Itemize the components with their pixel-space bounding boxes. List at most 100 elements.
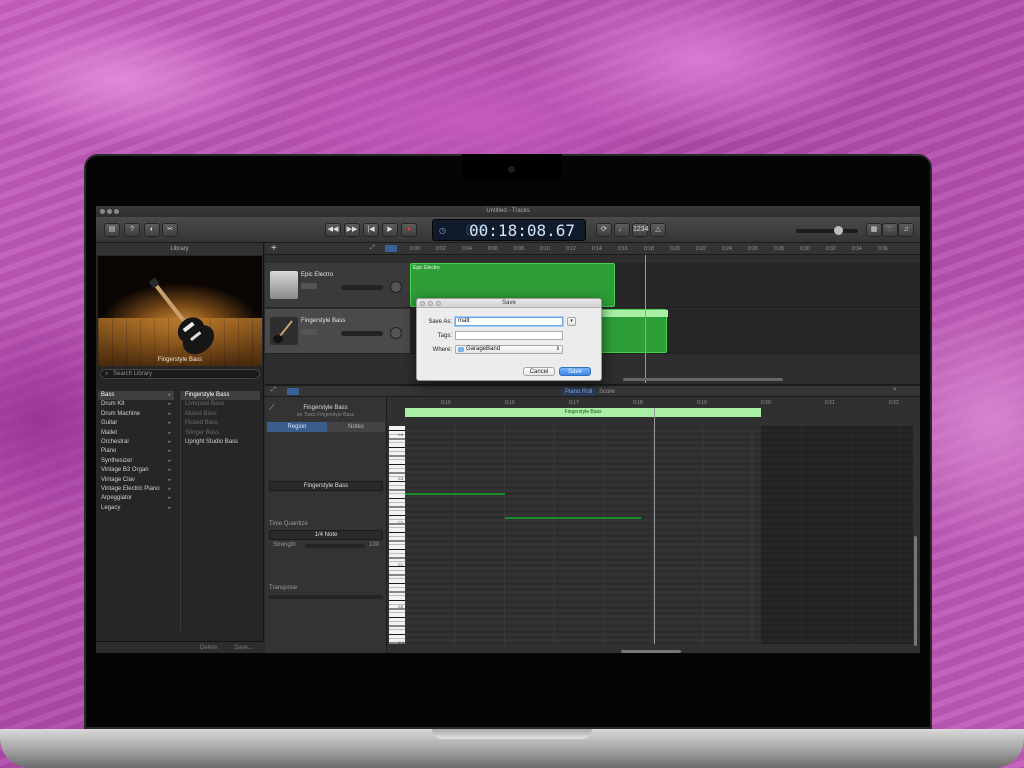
master-volume-knob[interactable] [834, 226, 843, 235]
tab-piano-roll[interactable]: Piano Roll [561, 388, 597, 396]
category-item[interactable]: Legacy ▸ [98, 504, 174, 513]
category-item[interactable]: Bass ▸ [98, 391, 174, 401]
forward-button[interactable]: ▶▶ [344, 223, 360, 237]
segment-notes[interactable]: Notes [327, 422, 385, 432]
pan-knob[interactable] [390, 327, 402, 339]
tracks-horizontal-scrollbar[interactable] [623, 378, 783, 381]
library-save-button[interactable]: Save... [234, 645, 253, 651]
track-volume-slider[interactable] [341, 285, 383, 290]
where-select[interactable]: GarageBand ⇕ [455, 345, 563, 354]
library-footer: Delete Save... [96, 641, 264, 653]
ruler-label: 0:28 [774, 246, 784, 252]
editor-playhead[interactable] [654, 408, 655, 644]
master-volume-slider[interactable] [796, 229, 858, 233]
category-item[interactable]: Arpeggiator ▸ [98, 494, 174, 503]
chevron-right-icon: ▸ [168, 420, 171, 427]
chevron-right-icon: ▸ [168, 457, 171, 464]
catch-icon[interactable]: ⤢ [271, 387, 276, 394]
filter-icon[interactable] [287, 388, 299, 395]
tuner-icon[interactable]: ♩ [614, 223, 630, 237]
patch-item[interactable]: Picked Bass [181, 419, 260, 428]
ruler-label: 0:08 [514, 246, 524, 252]
category-item[interactable]: Orchestral ▸ [98, 438, 174, 447]
strength-slider[interactable] [305, 544, 365, 548]
tab-score[interactable]: Score [595, 388, 619, 396]
piano-roll-grid[interactable] [405, 408, 913, 644]
notepad-icon[interactable]: ▦ [866, 223, 882, 237]
patch-item[interactable]: Stinger Bass [181, 429, 260, 438]
lcd-time: 00:18:08.67 [469, 221, 575, 240]
patch-item[interactable]: Liverpool Bass [181, 400, 260, 409]
expand-dialog-button[interactable]: ▾ [567, 317, 576, 326]
metronome-icon[interactable]: △ [650, 223, 666, 237]
category-item[interactable]: Vintage Electric Piano ▸ [98, 485, 174, 494]
category-item[interactable]: Piano ▸ [98, 447, 174, 456]
search-library-input[interactable]: ⌕ Search Library [100, 369, 260, 379]
lcd-mode-icon[interactable]: ◷ [439, 226, 446, 235]
midi-note[interactable] [505, 517, 641, 519]
playhead[interactable] [645, 255, 646, 383]
editors-icon[interactable]: ✂ [162, 223, 178, 237]
close-icon[interactable]: × [893, 387, 897, 393]
filter-icon[interactable] [385, 245, 397, 252]
editor-ruler[interactable]: 0:15 0:16 0:17 0:18 0:19 0:20 0:21 0:22 [405, 397, 913, 407]
catch-icon[interactable]: ⤢ [370, 245, 375, 252]
smart-controls-icon[interactable]: ◐ [144, 223, 160, 237]
time-quantize-select[interactable]: 1/4 Note [269, 530, 383, 540]
delete-button[interactable]: Delete [200, 645, 217, 651]
category-item[interactable]: Vintage B3 Organ ▸ [98, 466, 174, 475]
library-toggle-button[interactable]: ▤ [104, 223, 120, 237]
category-item[interactable]: Drum Kit ▸ [98, 400, 174, 409]
loop-browser-icon[interactable]: ➰ [882, 223, 898, 237]
pan-knob[interactable] [390, 281, 402, 293]
piano-keyboard[interactable] [389, 426, 405, 644]
count-in-icon[interactable]: 1234 [632, 223, 649, 237]
transpose-slider[interactable] [269, 595, 383, 599]
category-item[interactable]: Vintage Clav ▸ [98, 476, 174, 485]
editor-region-bar[interactable]: Fingerstyle Bass [405, 408, 761, 417]
category-item[interactable]: Guitar ▸ [98, 419, 174, 428]
editor-horizontal-scrollbar[interactable] [621, 650, 681, 653]
media-browser-icon[interactable]: ♫ [898, 223, 914, 237]
category-item[interactable]: Mallet ▸ [98, 429, 174, 438]
patch-item[interactable]: Upright Studio Bass [181, 438, 260, 447]
lcd-display[interactable]: ◷ 00 00:18:08.67 [432, 219, 586, 241]
region-name-field[interactable]: Fingerstyle Bass [269, 481, 383, 491]
track-volume-slider[interactable] [341, 331, 383, 336]
patch-item[interactable]: Fingerstyle Bass [181, 391, 260, 401]
add-track-icon[interactable]: + [271, 243, 277, 254]
help-icon[interactable]: ? [124, 223, 140, 237]
track-header-fingerstyle-bass[interactable]: Fingerstyle Bass [265, 309, 410, 354]
save-button[interactable]: Save [559, 367, 591, 376]
search-placeholder: Search Library [113, 371, 153, 377]
editor-header: ⤢ Piano Roll Score × [265, 386, 920, 397]
mute-solo-buttons[interactable] [301, 283, 317, 289]
midi-note[interactable] [405, 493, 505, 495]
transpose-label: Transpose [269, 585, 298, 591]
chevron-right-icon: ▸ [168, 401, 171, 408]
play-button[interactable]: ▶ [382, 223, 398, 237]
category-item[interactable]: Synthesizer ▸ [98, 457, 174, 466]
ruler-label: 0:21 [825, 400, 835, 406]
category-item[interactable]: Drum Machine ▸ [98, 410, 174, 419]
ruler-label: 0:26 [748, 246, 758, 252]
rewind-button[interactable]: ◀◀ [325, 223, 341, 237]
timeline-ruler[interactable]: 0:00 0:02 0:04 0:06 0:08 0:10 0:12 0:14 … [410, 243, 920, 255]
cycle-button[interactable]: ⟳ [596, 223, 612, 237]
patch-item[interactable]: Muted Bass [181, 410, 260, 419]
ruler-label: 0:14 [592, 246, 602, 252]
octave-label: C4 [398, 432, 404, 437]
category-list: Bass ▸ Drum Kit ▸ Drum Machine ▸ Guitar ▸ Ma… [98, 391, 174, 513]
editor-vertical-scrollbar[interactable] [914, 536, 917, 646]
mute-solo-buttons[interactable] [301, 329, 317, 335]
record-button[interactable]: ● [401, 223, 417, 237]
where-value: GarageBand [466, 346, 501, 352]
save-as-input[interactable]: matt [455, 317, 563, 326]
cancel-button[interactable]: Cancel [523, 367, 555, 376]
segment-region[interactable]: Region [267, 422, 327, 432]
go-to-start-button[interactable]: |◀ [363, 223, 379, 237]
save-as-label: Save As: [428, 319, 452, 325]
tags-input[interactable] [455, 331, 563, 340]
track-header-epic-electro[interactable]: Epic Electro [265, 263, 410, 308]
where-label: Where: [432, 347, 452, 353]
